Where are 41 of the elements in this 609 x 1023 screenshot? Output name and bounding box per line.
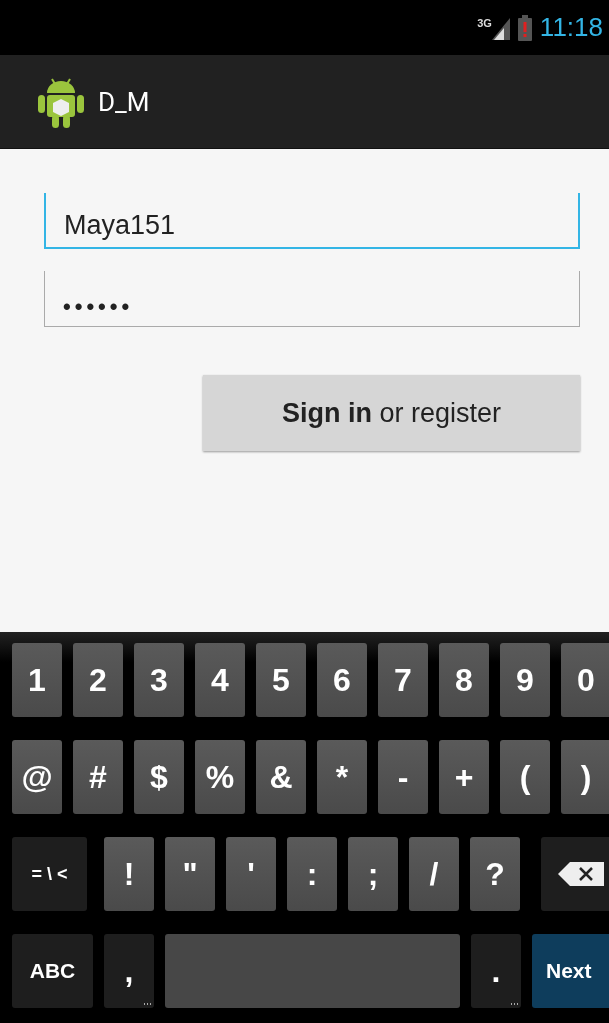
key[interactable]: : — [287, 837, 337, 911]
backspace-icon — [558, 862, 604, 886]
key[interactable]: @ — [12, 740, 62, 814]
key[interactable]: ! — [104, 837, 154, 911]
key[interactable]: ) — [561, 740, 609, 814]
battery-icon — [517, 14, 532, 41]
key[interactable]: 4 — [195, 643, 245, 717]
clock: 11:18 — [539, 12, 603, 43]
key[interactable]: 6 — [317, 643, 367, 717]
key[interactable]: ' — [226, 837, 276, 911]
key[interactable]: / — [409, 837, 459, 911]
backspace-key[interactable] — [541, 837, 609, 911]
key[interactable]: , — [104, 934, 154, 1008]
key[interactable]: * — [317, 740, 367, 814]
key[interactable]: 5 — [256, 643, 306, 717]
key[interactable]: 8 — [439, 643, 489, 717]
key[interactable]: . — [471, 934, 521, 1008]
next-button[interactable]: Next — [532, 934, 609, 1008]
key[interactable]: 3 — [134, 643, 184, 717]
abc-key[interactable]: ABC — [12, 934, 93, 1008]
key[interactable]: + — [439, 740, 489, 814]
key[interactable]: 1 — [12, 643, 62, 717]
key[interactable]: - — [378, 740, 428, 814]
key[interactable]: & — [256, 740, 306, 814]
key[interactable]: 0 — [561, 643, 609, 717]
symbols-key[interactable]: = \ < — [12, 837, 87, 911]
key[interactable]: ? — [470, 837, 520, 911]
sign-in-button[interactable]: Sign in or register — [203, 375, 580, 451]
key[interactable]: % — [195, 740, 245, 814]
username-field[interactable]: Maya151 — [44, 193, 580, 249]
key[interactable]: ( — [500, 740, 550, 814]
network-type: 3G — [477, 17, 492, 29]
key[interactable]: $ — [134, 740, 184, 814]
key[interactable]: ; — [348, 837, 398, 911]
key[interactable]: " — [165, 837, 215, 911]
key[interactable]: 2 — [73, 643, 123, 717]
key[interactable]: 7 — [378, 643, 428, 717]
app-title: D_M — [98, 86, 150, 117]
key[interactable]: # — [73, 740, 123, 814]
password-field[interactable]: •••••• — [44, 271, 580, 327]
key[interactable]: 9 — [500, 643, 550, 717]
